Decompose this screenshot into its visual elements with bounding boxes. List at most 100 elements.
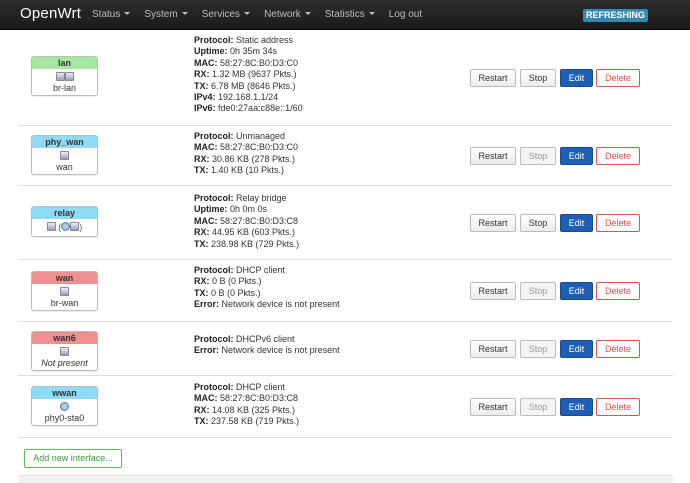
info-key: IPv4: [194, 92, 216, 103]
chevron-down-icon [304, 12, 311, 15]
info-line: Protocol: Static address [194, 35, 303, 46]
interface-badge-body: Not present [32, 344, 97, 370]
ethernet-icon [70, 222, 80, 231]
edit-button[interactable]: Edit [560, 69, 593, 87]
info-key: MAC: [194, 393, 218, 404]
interface-info: Protocol: DHCPv6 client Error: Network de… [194, 334, 340, 357]
info-value: Network device is not present [221, 299, 340, 310]
interface-info: Protocol: Unmanaged MAC: 58:27:8C:B0:D3:C… [194, 131, 298, 177]
restart-button[interactable]: Restart [470, 398, 516, 416]
interface-name: relay [32, 207, 97, 219]
delete-button[interactable]: Delete [596, 214, 640, 232]
info-value: 58:27:8C:B0:D3:C0 [220, 57, 299, 68]
interface-row-wan: wan br-wan Protocol: DHCP client RX: 0 B (0… [18, 260, 673, 322]
menu-system[interactable]: System [144, 0, 188, 30]
ethernet-icon [60, 287, 69, 296]
interface-row-relay: relay () Protocol: Relay bridge Uptime: 0h… [18, 186, 673, 260]
stop-button[interactable]: Stop [520, 340, 556, 358]
delete-button[interactable]: Delete [596, 147, 640, 165]
info-value: 0h 0m 0s [230, 204, 268, 215]
interface-badge-body: br-wan [32, 284, 97, 310]
edit-button[interactable]: Edit [560, 282, 593, 300]
edit-button[interactable]: Edit [560, 398, 593, 416]
info-line: Protocol: Relay bridge [194, 193, 299, 204]
wifi-icon [61, 222, 71, 231]
info-line: Uptime: 0h 35m 34s [194, 46, 303, 57]
restart-button[interactable]: Restart [470, 340, 516, 358]
info-line: MAC: 58:27:8C:B0:D3:C0 [194, 142, 298, 153]
info-line: Protocol: DHCP client [194, 382, 299, 393]
info-line: RX: 30.86 KB (278 Pkts.) [194, 154, 298, 165]
device-icons [32, 71, 97, 83]
interface-row-wwan: wwan phy0-sta0 Protocol: DHCP client MAC: 5… [18, 376, 673, 438]
edit-button[interactable]: Edit [560, 340, 593, 358]
device-icons [32, 150, 97, 162]
menu-network[interactable]: Network [264, 0, 311, 30]
info-key: TX: [194, 238, 209, 249]
info-value: 192.168.1.1/24 [218, 92, 279, 103]
menu-logout[interactable]: Log out [389, 0, 422, 30]
delete-button[interactable]: Delete [596, 282, 640, 300]
main-menu: Status System Services Network Statistic… [92, 0, 436, 30]
stop-button[interactable]: Stop [520, 69, 556, 87]
interface-badge: lan br-lan [31, 56, 98, 96]
delete-button[interactable]: Delete [596, 398, 640, 416]
add-interface-button[interactable]: Add new interface... [24, 449, 122, 468]
menu-status[interactable]: Status [92, 0, 131, 30]
menu-statistics-label: Statistics [324, 9, 365, 20]
stop-button[interactable]: Stop [520, 214, 556, 232]
interface-badge-body: phy0-sta0 [32, 399, 97, 425]
info-value: 58:27:8C:B0:D3:C0 [220, 142, 299, 153]
interface-badge-body: () [32, 219, 97, 236]
info-value: 6.78 MB (8646 Pkts.) [211, 80, 296, 91]
info-value: 1.32 MB (9637 Pkts.) [212, 69, 297, 80]
info-line: RX: 1.32 MB (9637 Pkts.) [194, 69, 303, 80]
menu-services[interactable]: Services [201, 0, 251, 30]
brand-logo[interactable]: OpenWrt [20, 5, 81, 22]
info-value: 58:27:8C:B0:D3:C8 [220, 393, 299, 404]
stop-button[interactable]: Stop [520, 147, 556, 165]
relay-icon [46, 222, 56, 231]
restart-button[interactable]: Restart [470, 69, 516, 87]
menu-statistics[interactable]: Statistics [325, 0, 375, 30]
info-line: Error: Network device is not present [194, 345, 340, 356]
stop-button[interactable]: Stop [520, 398, 556, 416]
info-key: RX: [194, 404, 210, 415]
interface-name: lan [32, 57, 97, 69]
footer-bar [18, 475, 673, 483]
wifi-icon [60, 402, 69, 411]
interface-info: Protocol: DHCP client MAC: 58:27:8C:B0:D3… [194, 382, 299, 428]
interface-badge: wan br-wan [31, 271, 98, 311]
info-line: Protocol: DHCPv6 client [194, 334, 340, 345]
delete-button[interactable]: Delete [596, 69, 640, 87]
info-key: Protocol: [194, 334, 234, 344]
interface-name: wwan [32, 387, 97, 399]
info-value: 0 B (0 Pkts.) [211, 287, 261, 298]
delete-button[interactable]: Delete [596, 340, 640, 358]
edit-button[interactable]: Edit [560, 147, 593, 165]
info-line: TX: 237.58 KB (719 Pkts.) [194, 416, 299, 427]
restart-button[interactable]: Restart [470, 214, 516, 232]
info-value: 44.95 KB (603 Pkts.) [212, 227, 296, 238]
interface-name: wan6 [32, 332, 97, 344]
info-value: 1.40 KB (10 Pkts.) [211, 165, 285, 176]
stop-button[interactable]: Stop [520, 282, 556, 300]
device-icons [32, 286, 97, 298]
info-value: 30.86 KB (278 Pkts.) [212, 153, 296, 164]
info-value: Static address [236, 35, 294, 45]
info-line: MAC: 58:27:8C:B0:D3:C0 [194, 58, 303, 69]
ethernet-icon [55, 72, 65, 81]
restart-button[interactable]: Restart [470, 147, 516, 165]
refreshing-badge[interactable]: REFRESHING [582, 9, 648, 22]
restart-button[interactable]: Restart [470, 282, 516, 300]
top-navbar: OpenWrt Status System Services Network S… [0, 0, 690, 30]
device-name: br-wan [50, 298, 79, 308]
info-key: Protocol: [194, 193, 234, 203]
edit-button[interactable]: Edit [560, 214, 593, 232]
interface-badge-body: br-lan [32, 69, 97, 95]
menu-services-label: Services [201, 9, 241, 20]
info-key: Error: [194, 299, 220, 310]
info-key: RX: [194, 276, 210, 287]
info-key: TX: [194, 416, 209, 427]
interface-info: Protocol: Static address Uptime: 0h 35m 3… [194, 35, 303, 115]
